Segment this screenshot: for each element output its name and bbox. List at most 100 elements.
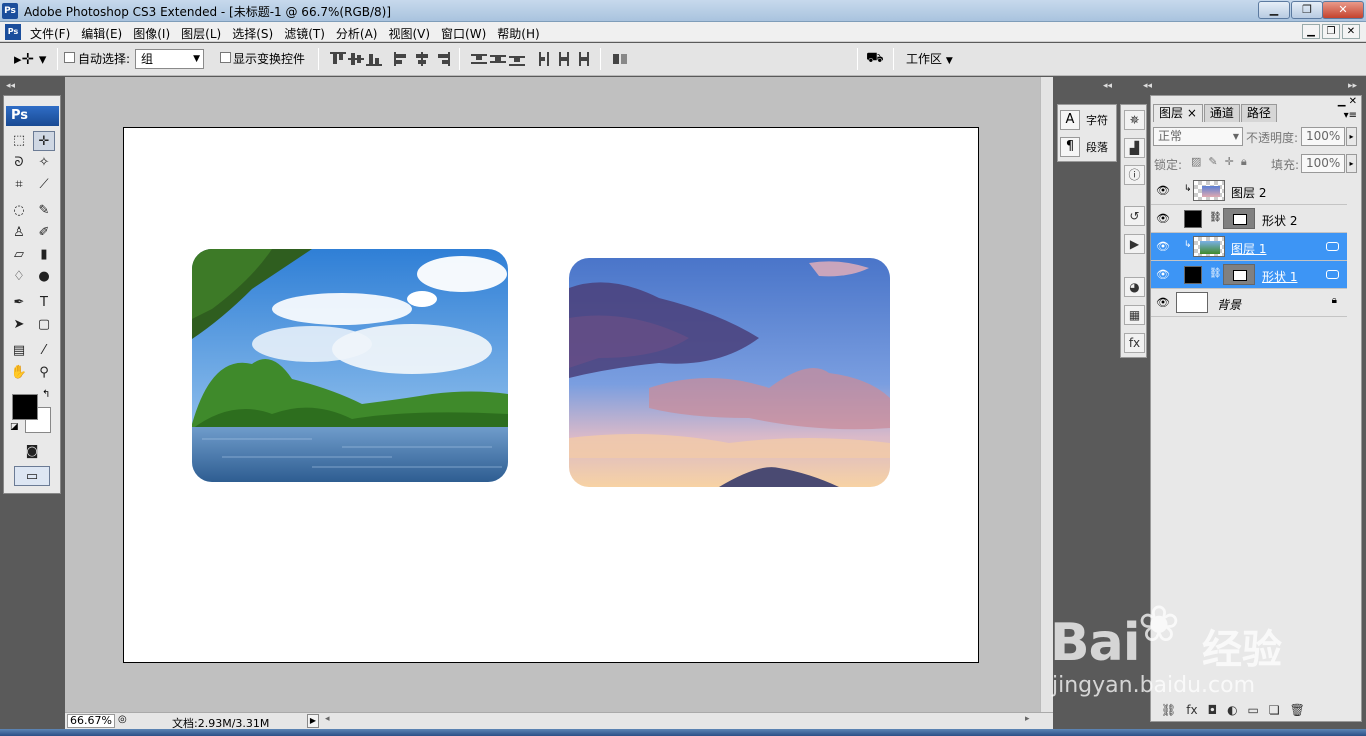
slice-tool-icon[interactable]: ⟋ <box>33 175 55 195</box>
align-left-icon[interactable] <box>394 52 410 66</box>
lock-transparent-icon[interactable]: ▨ <box>1191 155 1201 169</box>
blend-mode-dropdown[interactable]: 正常 ▼ <box>1153 127 1243 146</box>
auto-select-dropdown[interactable]: 组 ▼ <box>135 49 204 69</box>
quick-mask-icon[interactable]: ◙ <box>21 442 43 462</box>
path-selection-tool-icon[interactable]: ➤ <box>8 315 30 335</box>
tab-paths[interactable]: 路径 <box>1240 104 1277 122</box>
distribute-bottom-icon[interactable] <box>509 52 525 66</box>
adjustment-layer-icon[interactable]: ◐ <box>1227 703 1237 717</box>
visibility-eye-icon[interactable]: 👁︎ <box>1155 184 1171 198</box>
auto-select-checkbox[interactable] <box>64 52 75 63</box>
menu-edit[interactable]: 编辑(E) <box>81 25 122 42</box>
menu-layer[interactable]: 图层(L) <box>181 25 221 42</box>
magic-wand-tool-icon[interactable]: ✧ <box>33 153 55 173</box>
fill-slider-arrow-icon[interactable]: ▸ <box>1346 154 1357 173</box>
fill-field[interactable]: 100% <box>1301 154 1345 173</box>
history-brush-tool-icon[interactable]: ✐ <box>33 223 55 243</box>
doc-close-button[interactable]: ✕ <box>1342 24 1360 39</box>
actions-icon[interactable]: ▶ <box>1124 234 1145 254</box>
lock-all-icon[interactable]: 🔒︎ <box>1241 155 1247 169</box>
doc-restore-button[interactable]: ❐ <box>1322 24 1340 39</box>
tab-layers[interactable]: 图层 × <box>1153 104 1203 122</box>
panel-menu-icon[interactable]: ▾≡ <box>1344 110 1357 121</box>
layer-style-icon[interactable]: fx <box>1186 703 1197 717</box>
lock-position-icon[interactable]: ✛ <box>1225 155 1234 169</box>
styles-icon[interactable]: fx <box>1124 333 1145 353</box>
layer-row-shape1[interactable]: 👁︎ ⛓ 形状 1 <box>1151 261 1347 289</box>
river-landscape-image[interactable] <box>192 249 508 482</box>
tab-channels[interactable]: 通道 <box>1203 104 1240 122</box>
lasso-tool-icon[interactable]: ᘐ <box>8 153 30 173</box>
character-panel-button[interactable]: A 字符 <box>1060 110 1108 130</box>
rectangle-shape-tool-icon[interactable]: ▢ <box>33 315 55 335</box>
close-button[interactable]: ✕ <box>1322 1 1364 19</box>
distribute-center-icon[interactable] <box>490 52 506 66</box>
workspace-menu[interactable]: 工作区 ▼ <box>906 50 953 67</box>
marquee-tool-icon[interactable]: ⬚ <box>8 131 30 151</box>
move-tool-icon[interactable]: ✛ <box>33 131 55 151</box>
visibility-eye-icon[interactable]: 👁︎ <box>1155 212 1171 226</box>
status-menu-arrow-icon[interactable]: ▶ <box>307 714 319 728</box>
collapse-arrows-icon[interactable]: ◂◂ <box>6 81 15 91</box>
align-horizontal-center-icon[interactable] <box>414 52 430 66</box>
collapse-arrows-icon[interactable]: ◂◂ <box>1103 81 1112 91</box>
lock-image-icon[interactable]: ✎ <box>1208 155 1217 169</box>
minimize-button[interactable]: ▁ <box>1258 1 1290 19</box>
visibility-eye-icon[interactable]: 👁︎ <box>1155 240 1171 254</box>
menu-window[interactable]: 窗口(W) <box>441 25 486 42</box>
distribute-top-icon[interactable] <box>471 52 487 66</box>
info-icon[interactable]: ⓘ <box>1124 165 1145 185</box>
history-icon[interactable]: ↺ <box>1124 206 1145 226</box>
paragraph-panel-button[interactable]: ¶ 段落 <box>1060 137 1108 157</box>
doc-minimize-button[interactable]: ▁ <box>1302 24 1320 39</box>
document-icon[interactable]: Ps <box>5 24 21 40</box>
expand-arrows-icon[interactable]: ▸▸ <box>1348 81 1357 91</box>
visibility-eye-icon[interactable]: 👁︎ <box>1155 268 1171 282</box>
vertical-scrollbar[interactable] <box>1040 77 1053 712</box>
scroll-left-icon[interactable]: ◂ <box>325 714 330 724</box>
notes-tool-icon[interactable]: ▤ <box>8 341 30 361</box>
type-tool-icon[interactable]: T <box>33 293 55 313</box>
auto-align-layers-icon[interactable] <box>612 52 628 66</box>
menu-image[interactable]: 图像(I) <box>133 25 170 42</box>
opacity-field[interactable]: 100% <box>1301 127 1345 146</box>
align-bottom-icon[interactable] <box>366 52 382 66</box>
scroll-right-icon[interactable]: ▸ <box>1025 714 1030 724</box>
blur-tool-icon[interactable]: ♢ <box>8 267 30 287</box>
visibility-eye-icon[interactable]: 👁︎ <box>1155 296 1171 310</box>
menu-select[interactable]: 选择(S) <box>232 25 273 42</box>
new-layer-icon[interactable]: ❏ <box>1269 703 1280 717</box>
new-group-icon[interactable]: ▭ <box>1248 703 1259 717</box>
color-icon[interactable]: ◕ <box>1124 277 1145 297</box>
menu-view[interactable]: 视图(V) <box>388 25 430 42</box>
distribute-right-icon[interactable] <box>575 52 591 66</box>
distribute-horizontal-center-icon[interactable] <box>556 52 572 66</box>
align-top-icon[interactable] <box>330 52 346 66</box>
collapse-arrows-icon[interactable]: ◂◂ <box>1143 81 1152 91</box>
menu-analysis[interactable]: 分析(A) <box>336 25 378 42</box>
delete-layer-icon[interactable]: 🗑︎ <box>1290 703 1305 717</box>
eraser-tool-icon[interactable]: ▱ <box>8 245 30 265</box>
default-colors-icon[interactable]: ◪ <box>10 422 19 432</box>
healing-brush-tool-icon[interactable]: ◌ <box>8 201 30 221</box>
dodge-tool-icon[interactable]: ● <box>33 267 55 287</box>
crop-tool-icon[interactable]: ⌗ <box>8 175 30 195</box>
document-canvas[interactable] <box>123 127 979 663</box>
zoom-tool-icon[interactable]: ⚲ <box>33 363 55 383</box>
hand-tool-icon[interactable]: ✋ <box>8 363 30 383</box>
foreground-color-swatch[interactable] <box>12 394 38 420</box>
clone-stamp-tool-icon[interactable]: ♙ <box>8 223 30 243</box>
move-tool-preset-icon[interactable]: ▸✛ ▾ <box>14 50 46 68</box>
menu-file[interactable]: 文件(F) <box>30 25 70 42</box>
screen-mode-icon[interactable]: ▭ <box>14 466 50 486</box>
navigator-icon[interactable]: ✵ <box>1124 110 1145 130</box>
add-mask-icon[interactable]: ◘ <box>1208 703 1218 717</box>
preview-icon[interactable]: ◎ <box>118 714 127 725</box>
distribute-left-icon[interactable] <box>537 52 553 66</box>
link-layers-icon[interactable]: ⛓ <box>1161 703 1176 717</box>
histogram-icon[interactable]: ▟ <box>1124 138 1145 158</box>
eyedropper-tool-icon[interactable]: ⁄ <box>33 341 55 361</box>
maximize-button[interactable]: ❐ <box>1291 1 1323 19</box>
align-right-icon[interactable] <box>434 52 450 66</box>
menu-filter[interactable]: 滤镜(T) <box>284 25 325 42</box>
